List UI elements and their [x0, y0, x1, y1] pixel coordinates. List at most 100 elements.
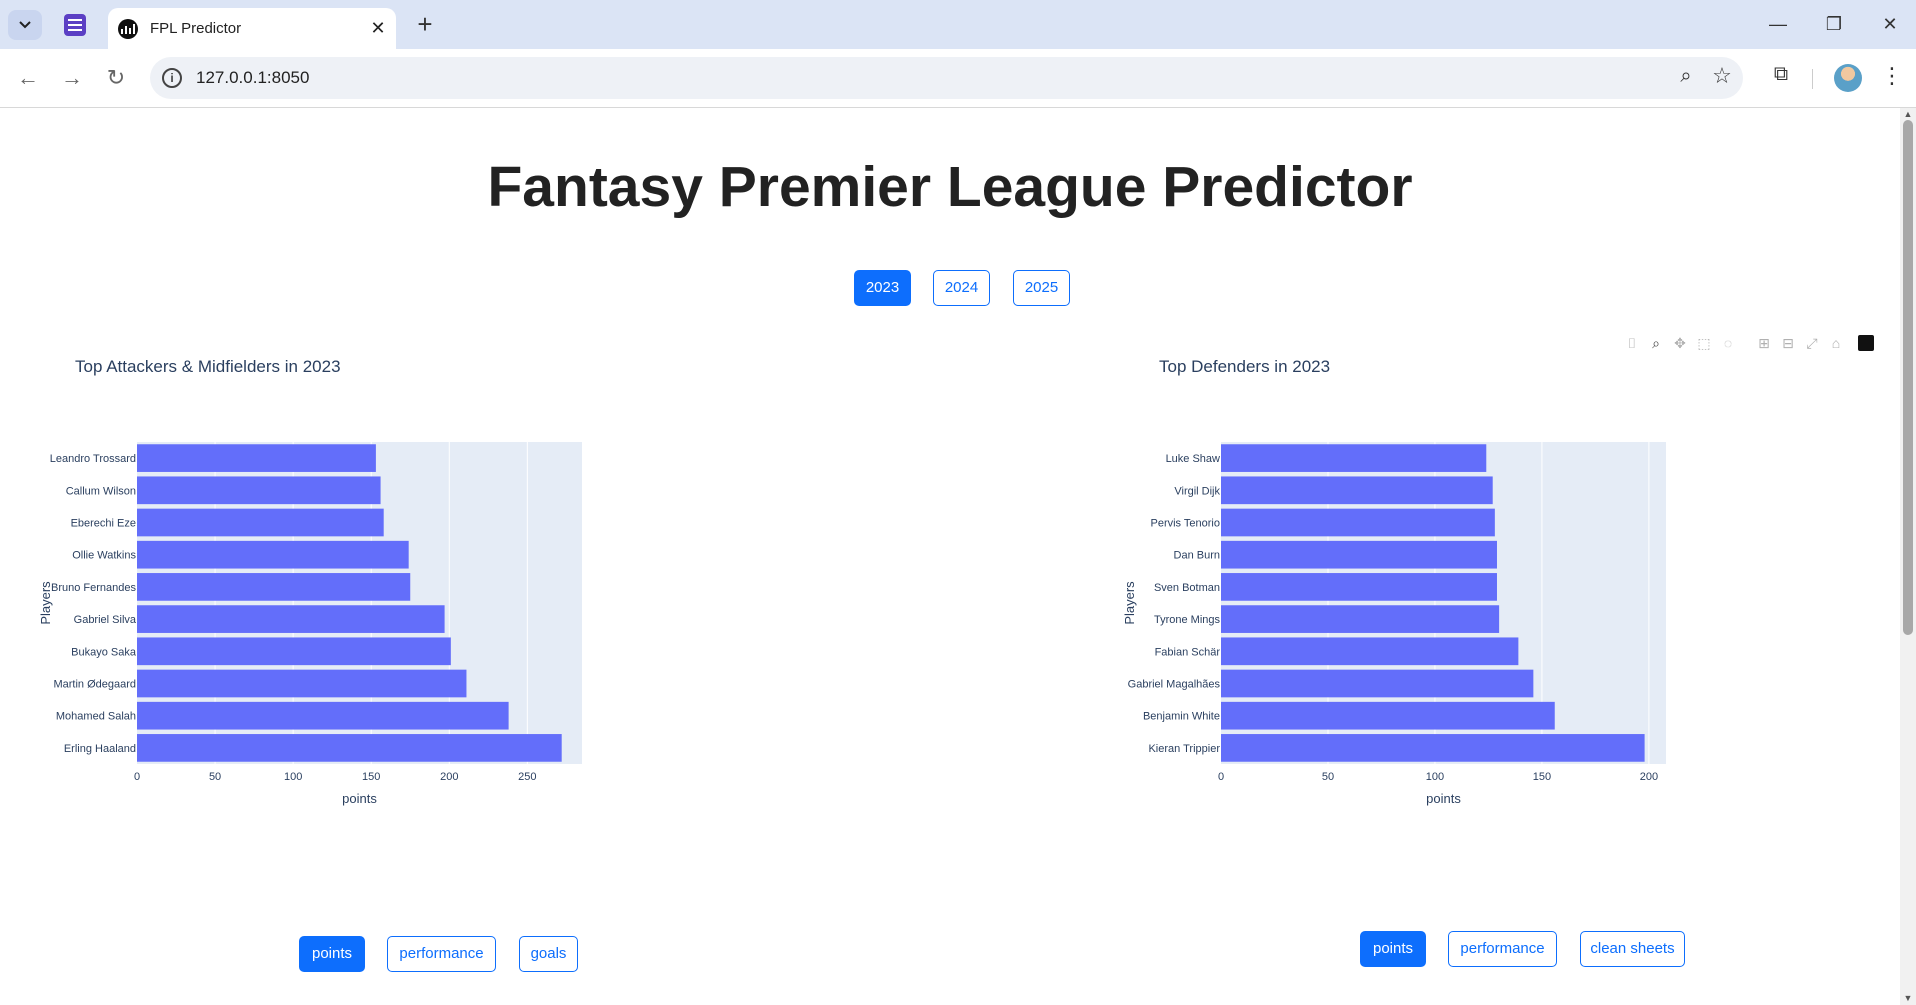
x-tick-label: 250 — [518, 771, 536, 783]
scrollbar-thumb[interactable] — [1903, 120, 1913, 635]
tab-search-icon[interactable] — [8, 10, 42, 40]
back-icon[interactable]: ← — [12, 63, 44, 95]
bar[interactable] — [137, 476, 381, 505]
window-close-icon[interactable]: ✕ — [1870, 8, 1910, 40]
info-icon[interactable]: i — [162, 68, 182, 88]
plotly-logo-icon[interactable] — [1858, 335, 1874, 351]
bar[interactable] — [1221, 444, 1487, 472]
left-bar-chart[interactable]: 0 50 100 150 200 250 Leandro Trossard Callum Wi… — [30, 408, 780, 868]
bar[interactable] — [1221, 573, 1497, 601]
tab-group-icon[interactable] — [64, 14, 86, 36]
toolbar-divider — [1812, 69, 1813, 89]
bar[interactable] — [1221, 669, 1534, 698]
year-button-2025[interactable]: 2025 — [1013, 270, 1070, 306]
browser-tab[interactable]: FPL Predictor ✕ — [108, 8, 396, 49]
chart-1-plot: 0 50 100 150 200 Luke Shaw Virgil Dijk Pervis T… — [1122, 442, 1666, 806]
year-button-2023[interactable]: 2023 — [854, 270, 911, 306]
x-tick-label: 150 — [1533, 771, 1551, 783]
y-tick-label: Erling Haaland — [64, 743, 136, 755]
right-metric-points-button[interactable]: points — [1360, 931, 1426, 967]
x-tick-label: 100 — [284, 771, 302, 783]
y-tick-label: Gabriel Silva — [74, 614, 137, 626]
left-metric-points-button[interactable]: points — [299, 936, 365, 972]
close-icon[interactable]: ✕ — [364, 18, 392, 39]
left-metric-goals-button[interactable]: goals — [519, 936, 578, 972]
bar[interactable] — [137, 669, 467, 698]
bar[interactable] — [1221, 476, 1493, 505]
tab-title: FPL Predictor — [150, 20, 242, 37]
zoom-in-icon[interactable]: ⊞ — [1754, 333, 1774, 353]
pan-icon[interactable]: ✥ — [1670, 333, 1690, 353]
lasso-select-icon[interactable]: ◌ — [1718, 333, 1738, 353]
bar[interactable] — [1221, 637, 1519, 666]
y-tick-label: Martin Ødegaard — [53, 679, 136, 691]
x-tick-label: 100 — [1426, 771, 1444, 783]
tab-favicon-icon — [118, 18, 138, 39]
y-tick-label: Dan Burn — [1174, 550, 1220, 562]
bar[interactable] — [1221, 605, 1500, 633]
bookmark-star-icon[interactable]: ☆ — [1707, 63, 1737, 93]
profile-avatar[interactable] — [1834, 64, 1862, 92]
zoom-icon[interactable]: ⌕ — [1673, 65, 1699, 91]
y-tick-label: Kieran Trippier — [1148, 743, 1220, 755]
forward-icon[interactable]: → — [56, 63, 88, 95]
left-metric-performance-button[interactable]: performance — [387, 936, 496, 972]
y-tick-label: Gabriel Magalhães — [1128, 679, 1221, 691]
bar[interactable] — [137, 508, 384, 537]
bar[interactable] — [137, 605, 445, 633]
y-tick-label: Fabian Schär — [1155, 646, 1221, 658]
y-tick-label: Benjamin White — [1143, 711, 1220, 723]
y-tick-label: Tyrone Mings — [1154, 614, 1221, 626]
x-tick-label: 150 — [362, 771, 380, 783]
y-tick-label: Eberechi Eze — [71, 518, 136, 530]
bar[interactable] — [137, 444, 376, 472]
bar[interactable] — [1221, 734, 1645, 762]
zoom-icon[interactable]: ⌕ — [1646, 333, 1666, 353]
bar[interactable] — [137, 701, 509, 730]
reset-axes-icon[interactable]: ⌂ — [1826, 333, 1846, 353]
minimize-icon[interactable]: — — [1758, 8, 1798, 40]
right-bar-chart[interactable]: 0 50 100 150 200 Luke Shaw Virgil Dijk Pervis T… — [1114, 408, 1864, 868]
y-tick-label: Ollie Watkins — [72, 550, 136, 562]
browser-toolbar: ← → ↻ i 127.0.0.1:8050 ⌕ ☆ ⧉ ⋮ — [0, 49, 1916, 108]
y-axis-label: Players — [1122, 581, 1137, 625]
bar[interactable] — [137, 734, 562, 762]
scroll-down-icon[interactable]: ▼ — [1903, 994, 1913, 1003]
y-tick-label: Virgil Dijk — [1174, 485, 1220, 497]
url-text[interactable]: 127.0.0.1:8050 — [196, 68, 309, 88]
zoom-out-icon[interactable]: ⊟ — [1778, 333, 1798, 353]
address-bar[interactable]: i 127.0.0.1:8050 ⌕ ☆ — [150, 57, 1743, 99]
bar[interactable] — [137, 637, 451, 666]
page-title: Fantasy Premier League Predictor — [487, 155, 1413, 219]
y-tick-label: Bruno Fernandes — [51, 582, 136, 594]
y-tick-label: Pervis Tenorio — [1151, 518, 1221, 530]
right-metric-performance-button[interactable]: performance — [1448, 931, 1557, 967]
restore-icon[interactable]: ❐ — [1814, 8, 1854, 40]
x-tick-label: 50 — [209, 771, 221, 783]
bar[interactable] — [1221, 701, 1555, 730]
x-tick-label: 0 — [134, 771, 140, 783]
bar[interactable] — [1221, 508, 1495, 537]
new-tab-icon[interactable]: + — [410, 10, 440, 40]
y-tick-label: Luke Shaw — [1166, 453, 1220, 465]
kebab-menu-icon[interactable]: ⋮ — [1880, 63, 1904, 93]
reload-icon[interactable]: ↻ — [100, 63, 132, 95]
box-select-icon[interactable]: ⬚ — [1694, 333, 1714, 353]
right-chart-title: Top Defenders in 2023 — [1159, 357, 1331, 376]
extensions-icon[interactable]: ⧉ — [1766, 63, 1796, 93]
page-scrollbar[interactable]: ▲ ▼ — [1900, 108, 1916, 1005]
bar[interactable] — [1221, 540, 1497, 569]
right-metric-clean-sheets-button[interactable]: clean sheets — [1580, 931, 1685, 967]
camera-icon[interactable]: ⌷ — [1622, 333, 1642, 353]
bar[interactable] — [137, 573, 411, 601]
x-tick-label: 200 — [440, 771, 458, 783]
chart-modebar: ⌷ ⌕ ✥ ⬚ ◌ ⊞ ⊟ ⤢ ⌂ — [1622, 333, 1874, 353]
year-button-2024[interactable]: 2024 — [933, 270, 990, 306]
chart-0-plot: 0 50 100 150 200 250 Leandro Trossard Callum Wi… — [38, 442, 582, 806]
bar[interactable] — [137, 540, 409, 569]
y-tick-label: Bukayo Saka — [71, 646, 137, 658]
page-content: Fantasy Premier League Predictor 2023 20… — [0, 108, 1916, 1005]
x-tick-label: 200 — [1640, 771, 1658, 783]
scroll-up-icon[interactable]: ▲ — [1903, 110, 1913, 119]
autoscale-icon[interactable]: ⤢ — [1802, 333, 1822, 353]
